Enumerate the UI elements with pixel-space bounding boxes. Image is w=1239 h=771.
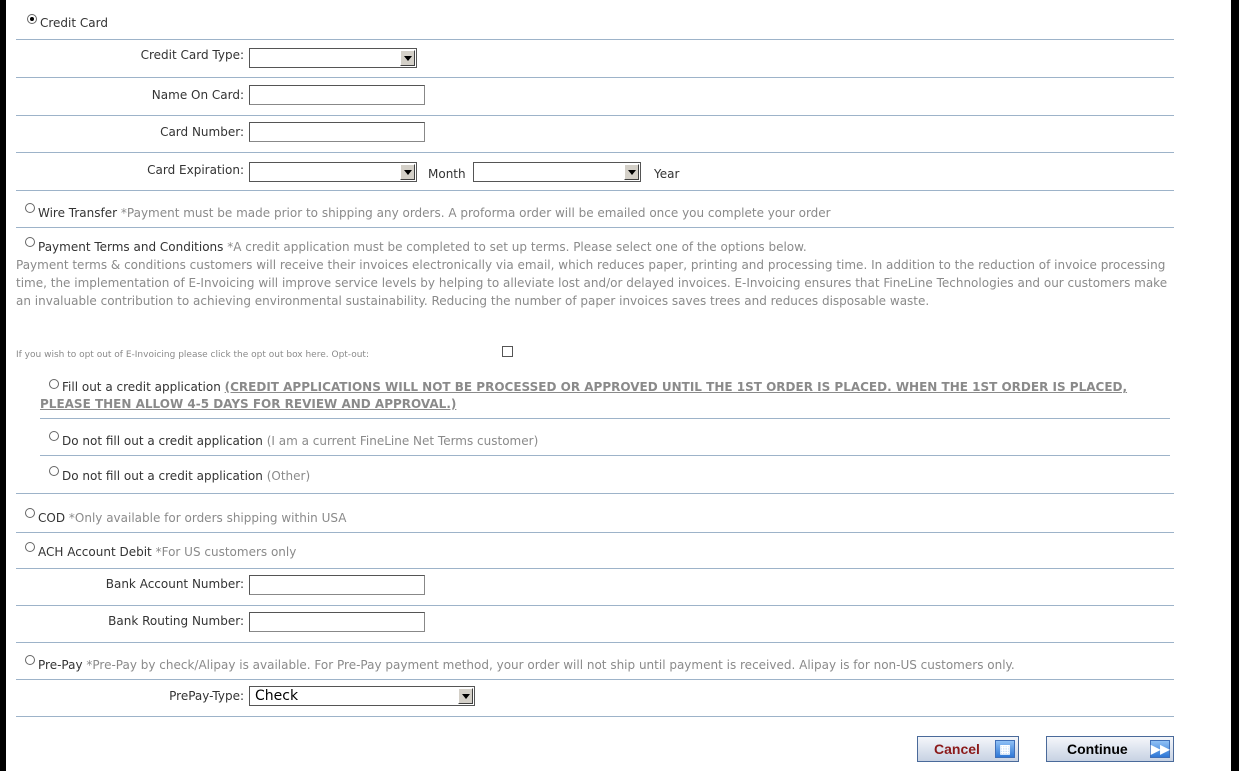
payment-terms-note: *A credit application must be completed … [227,240,807,254]
payment-terms-row: Payment Terms and Conditions *A credit a… [38,240,807,254]
name-on-card-input[interactable] [249,85,425,105]
divider [16,227,1174,228]
trash-icon: ▦ [995,740,1015,758]
current-customer-label: Do not fill out a credit application [62,434,263,448]
chevron-down-icon[interactable] [458,688,473,704]
year-label: Year [654,167,680,181]
bank-routing-input[interactable] [249,612,425,632]
payment-form: Credit Card Credit Card Type: Name On Ca… [6,0,1231,771]
divider [16,115,1174,116]
prepay-row: Pre-Pay *Pre-Pay by check/Alipay is avai… [38,658,1015,672]
fill-credit-application-row: Fill out a credit application (CREDIT AP… [40,379,1150,413]
divider [16,152,1174,153]
name-on-card-label: Name On Card: [151,88,244,102]
card-number-input[interactable] [249,122,425,142]
divider [16,493,1174,494]
divider [40,455,1170,456]
bank-account-input[interactable] [249,575,425,595]
fill-credit-application-label: Fill out a credit application [62,380,221,394]
ach-row: ACH Account Debit *For US customers only [38,545,296,559]
cod-label: COD [38,511,66,525]
cod-radio[interactable] [25,508,35,518]
continue-button[interactable]: Continue ▶▶ [1046,736,1174,762]
divider [16,642,1174,643]
other-option-label: Do not fill out a credit application [62,469,263,483]
cancel-button-label: Cancel [934,741,980,757]
wire-transfer-radio[interactable] [25,203,35,213]
month-label: Month [428,167,466,181]
payment-terms-radio[interactable] [25,237,35,247]
expiration-month-select[interactable] [249,162,417,182]
divider [16,77,1174,78]
prepay-type-label: PrePay-Type: [169,689,244,703]
cancel-button[interactable]: Cancel ▦ [917,736,1019,762]
credit-card-type-label: Credit Card Type: [140,48,244,62]
credit-card-radio[interactable] [27,14,37,24]
card-number-label: Card Number: [160,125,244,139]
cod-note: *Only available for orders shipping with… [68,511,347,525]
chevron-down-icon[interactable] [624,164,639,180]
divider [16,190,1174,191]
other-option-row: Do not fill out a credit application (Ot… [62,469,310,483]
divider [16,532,1174,533]
cod-row: COD *Only available for orders shipping … [38,511,346,525]
opt-out-checkbox[interactable] [502,346,513,357]
continue-button-label: Continue [1067,741,1128,757]
prepay-note: *Pre-Pay by check/Alipay is available. F… [86,658,1015,672]
prepay-radio[interactable] [25,655,35,665]
current-customer-row: Do not fill out a credit application (I … [62,434,538,448]
divider [16,716,1174,717]
current-customer-radio[interactable] [49,431,59,441]
chevron-down-icon[interactable] [400,164,415,180]
payment-terms-label: Payment Terms and Conditions [38,240,224,254]
other-option-radio[interactable] [49,466,59,476]
wire-transfer-row: Wire Transfer *Payment must be made prio… [38,206,831,220]
ach-note: *For US customers only [155,545,297,559]
e-invoicing-paragraph: Payment terms & conditions customers wil… [16,258,1168,308]
other-option-note: (Other) [266,469,311,483]
ach-label: ACH Account Debit [38,545,152,559]
prepay-label: Pre-Pay [38,658,83,672]
credit-card-type-select[interactable] [249,48,417,68]
divider [16,679,1174,680]
opt-out-text: If you wish to opt out of E-Invoicing pl… [16,350,369,360]
expiration-year-select[interactable] [473,162,641,182]
card-expiration-label: Card Expiration: [147,163,244,177]
divider [16,39,1174,40]
bank-routing-label: Bank Routing Number: [108,614,244,628]
wire-transfer-note: *Payment must be made prior to shipping … [120,206,831,220]
chevron-down-icon[interactable] [400,50,415,66]
prepay-type-select[interactable]: Check [249,686,475,706]
credit-card-label: Credit Card [40,16,108,30]
bank-account-label: Bank Account Number: [105,577,244,591]
ach-radio[interactable] [25,542,35,552]
divider [16,605,1174,606]
divider [16,568,1174,569]
current-customer-note: (I am a current FineLine Net Terms custo… [266,434,539,448]
wire-transfer-label: Wire Transfer [38,206,118,220]
fast-forward-icon: ▶▶ [1150,740,1170,758]
prepay-type-value: Check [255,688,299,704]
divider [40,418,1170,419]
